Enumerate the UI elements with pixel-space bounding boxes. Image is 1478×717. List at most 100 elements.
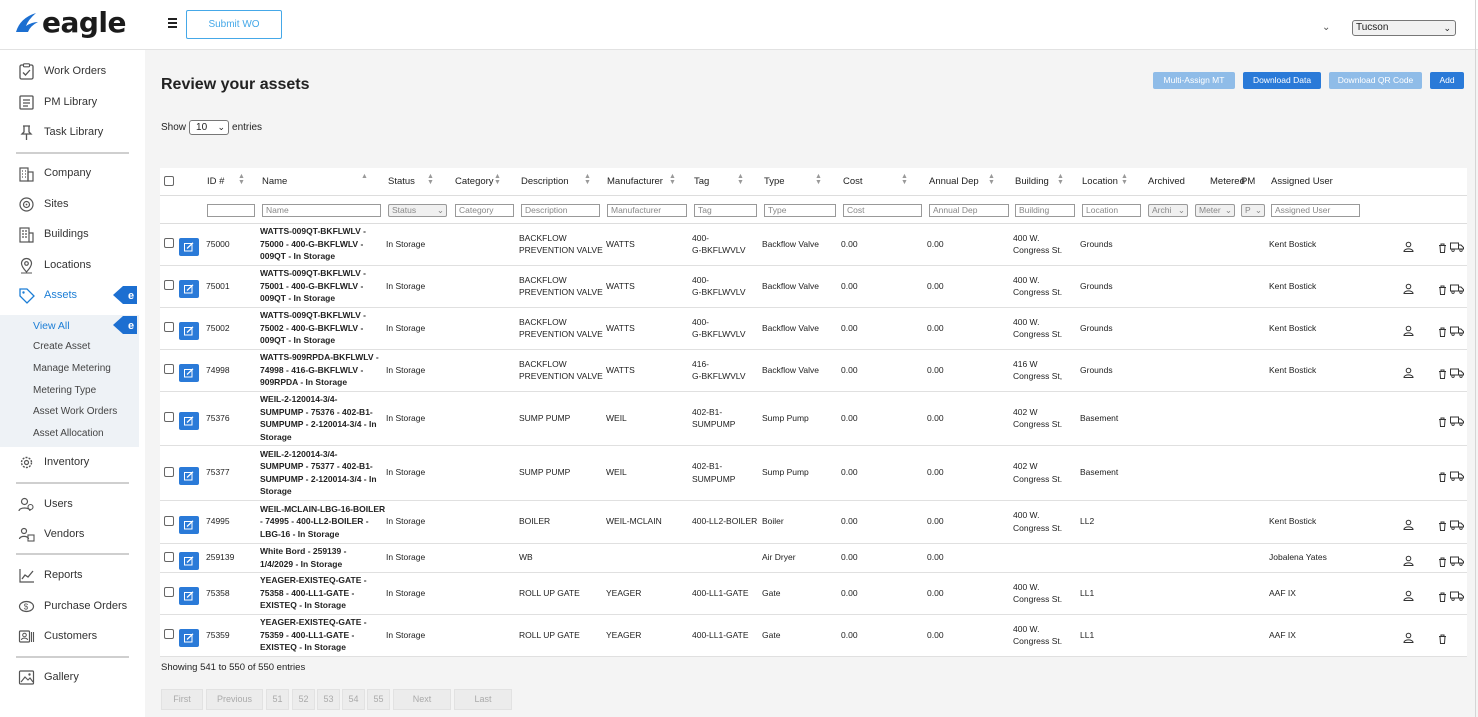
delete-icon[interactable]: [1438, 414, 1447, 432]
edit-asset-button[interactable]: [179, 466, 199, 485]
sort-icon[interactable]: ▲ ▼: [988, 173, 995, 186]
edit-asset-button[interactable]: [179, 280, 199, 298]
sort-icon[interactable]: ▲ ▼: [427, 173, 434, 186]
sidebar-item-task-library[interactable]: Task Library: [0, 118, 139, 146]
row-checkbox[interactable]: [164, 238, 174, 248]
assign-user-icon[interactable]: [1403, 239, 1414, 257]
delete-icon[interactable]: [1438, 589, 1447, 607]
edit-asset-button[interactable]: [179, 551, 199, 570]
truck-icon[interactable]: [1450, 588, 1464, 606]
pagination-next[interactable]: Next: [393, 689, 451, 710]
truck-icon[interactable]: [1450, 413, 1464, 431]
assign-user-icon[interactable]: [1403, 281, 1414, 299]
row-checkbox[interactable]: [164, 280, 174, 290]
delete-icon[interactable]: [1438, 366, 1447, 384]
pagination-page-52[interactable]: 52: [292, 689, 315, 710]
sidebar-item-pm-library[interactable]: PM Library: [0, 88, 139, 116]
assign-user-icon[interactable]: [1403, 517, 1414, 535]
delete-icon[interactable]: [1438, 324, 1447, 342]
column-header-metered[interactable]: Metered: [1210, 176, 1245, 187]
filter-name-input[interactable]: Name: [262, 204, 381, 217]
column-header-description[interactable]: Description: [521, 176, 569, 187]
assign-user-icon[interactable]: [1403, 365, 1414, 383]
table-row[interactable]: 259139 White Bord - 259139 - 1/4/2029 - In…: [160, 544, 1467, 573]
delete-icon[interactable]: [1438, 469, 1447, 487]
filter-status-select[interactable]: Status ⌄: [388, 204, 447, 217]
select-all-checkbox[interactable]: [164, 176, 174, 186]
assign-user-icon[interactable]: [1403, 588, 1414, 606]
multi-assign-mt-button[interactable]: Multi-Assign MT: [1153, 72, 1235, 89]
filter-assigned-user-input[interactable]: Assigned User: [1271, 204, 1360, 217]
row-checkbox[interactable]: [164, 587, 174, 597]
pagination-page-51[interactable]: 51: [266, 689, 289, 710]
row-checkbox[interactable]: [164, 466, 174, 477]
filter-manufacturer-input[interactable]: Manufacturer: [607, 204, 687, 217]
filter-pm-select[interactable]: P ⌄: [1241, 204, 1265, 217]
edit-asset-button[interactable]: [179, 238, 199, 256]
submenu-metering-type[interactable]: Metering Type: [33, 385, 96, 396]
column-header-name[interactable]: Name: [262, 176, 287, 187]
column-header-annual-dep[interactable]: Annual Dep: [929, 176, 979, 187]
truck-icon[interactable]: [1450, 281, 1464, 299]
submit-wo-button[interactable]: Submit WO: [186, 10, 282, 39]
table-row[interactable]: 74995 WEIL-MCLAIN-LBG-16-BOILER - 74995 - …: [160, 501, 1467, 544]
download-qr-code-button[interactable]: Download QR Code: [1329, 72, 1422, 89]
row-checkbox[interactable]: [164, 515, 174, 526]
sort-asc-icon[interactable]: ▲: [361, 173, 368, 180]
location-select[interactable]: Tucson ⌄: [1352, 20, 1456, 36]
filter-annual-dep-input[interactable]: Annual Dep: [929, 204, 1009, 217]
submenu-create-asset[interactable]: Create Asset: [33, 341, 90, 352]
pagination-last[interactable]: Last: [454, 689, 512, 710]
table-row[interactable]: 74998 WATTS-909RPDA-BKFLWLV -74998 - 416-…: [160, 350, 1467, 392]
sidebar-item-reports[interactable]: Reports: [0, 561, 139, 589]
add-asset-button[interactable]: Add: [1430, 72, 1464, 89]
submenu-view-all[interactable]: View All: [33, 320, 70, 332]
column-header-manufacturer[interactable]: Manufacturer: [607, 176, 663, 187]
row-checkbox[interactable]: [164, 412, 174, 422]
filter-id-input[interactable]: [207, 204, 255, 217]
sidebar-item-buildings[interactable]: Buildings: [0, 220, 139, 248]
delete-icon[interactable]: [1438, 240, 1447, 258]
chevron-down-icon[interactable]: ⌄: [1322, 22, 1330, 33]
sidebar-item-locations[interactable]: Locations: [0, 251, 139, 279]
edit-asset-button[interactable]: [179, 629, 199, 647]
column-header-assigned-user[interactable]: Assigned User: [1271, 176, 1333, 187]
sidebar-item-vendors[interactable]: Vendors: [0, 520, 139, 548]
filter-category-input[interactable]: Category: [455, 204, 514, 217]
sidebar-item-company[interactable]: Company: [0, 159, 139, 187]
row-checkbox[interactable]: [164, 364, 174, 374]
sort-icon[interactable]: ▲ ▼: [494, 173, 501, 186]
brand-logo[interactable]: eagle: [14, 9, 127, 37]
assign-user-icon[interactable]: [1403, 323, 1414, 341]
column-header-status[interactable]: Status: [388, 176, 415, 187]
table-row[interactable]: 75000 WATTS-009QT-BKFLWLV -75000 - 400-G-…: [160, 224, 1467, 266]
row-checkbox[interactable]: [164, 322, 174, 332]
sort-icon[interactable]: ▲ ▼: [584, 173, 591, 186]
column-header-id[interactable]: ID #: [207, 176, 224, 187]
filter-location-input[interactable]: Location: [1082, 204, 1141, 217]
table-row[interactable]: 75002 WATTS-009QT-BKFLWLV -75002 - 400-G-…: [160, 308, 1467, 350]
column-header-type[interactable]: Type: [764, 176, 785, 187]
sort-icon[interactable]: ▲ ▼: [1121, 173, 1128, 186]
sidebar-item-customers[interactable]: Customers: [0, 622, 139, 650]
submenu-manage-metering[interactable]: Manage Metering: [33, 363, 111, 374]
sort-icon[interactable]: ▲ ▼: [901, 173, 908, 186]
truck-icon[interactable]: [1450, 468, 1464, 486]
row-checkbox[interactable]: [164, 629, 174, 639]
filter-building-input[interactable]: Building: [1015, 204, 1075, 217]
row-checkbox[interactable]: [164, 551, 174, 562]
sidebar-item-users[interactable]: Users: [0, 490, 139, 518]
truck-icon[interactable]: [1450, 239, 1464, 257]
delete-icon[interactable]: [1438, 554, 1447, 572]
truck-icon[interactable]: [1450, 553, 1464, 571]
assign-user-icon[interactable]: [1403, 630, 1414, 648]
edit-asset-button[interactable]: [179, 322, 199, 340]
page-length-select[interactable]: 10 ⌄: [189, 120, 230, 135]
edit-asset-button[interactable]: [179, 412, 199, 430]
filter-description-input[interactable]: Description: [521, 204, 600, 217]
filter-archived-select[interactable]: Archi ⌄: [1148, 204, 1188, 217]
column-header-tag[interactable]: Tag: [694, 176, 709, 187]
truck-icon[interactable]: [1450, 365, 1464, 383]
sidebar-item-work-orders[interactable]: Work Orders: [0, 57, 139, 85]
edit-asset-button[interactable]: [179, 587, 199, 605]
